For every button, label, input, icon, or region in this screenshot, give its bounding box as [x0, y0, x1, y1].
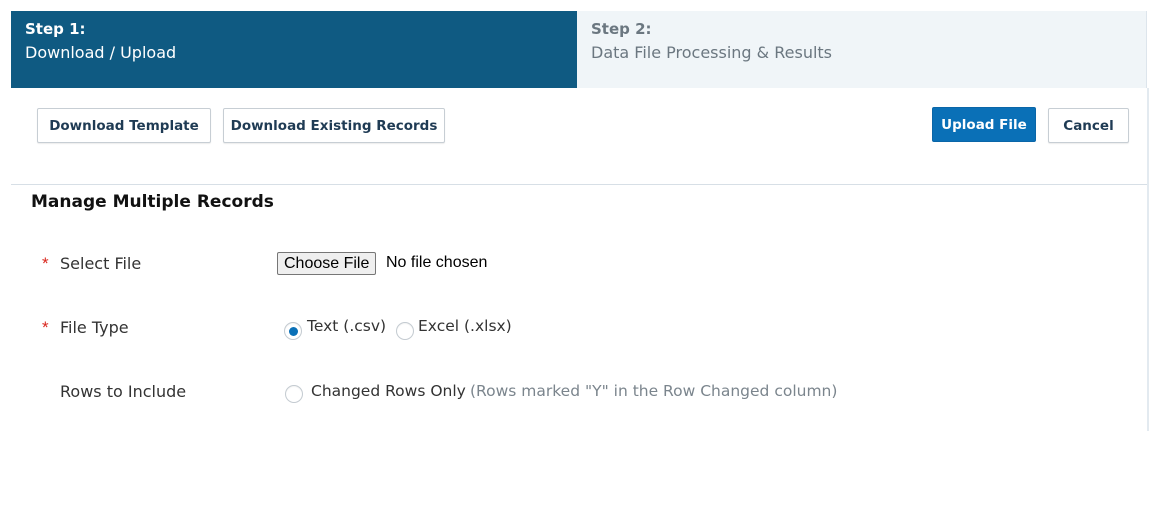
file-type-row: * File Type Text (.csv) Excel (.xlsx): [0, 316, 1140, 346]
select-file-label: Select File: [60, 254, 142, 273]
changed-rows-hint: (Rows marked "Y" in the Row Changed colu…: [470, 382, 838, 400]
section-title: Manage Multiple Records: [31, 192, 274, 212]
download-template-button[interactable]: Download Template: [37, 108, 211, 143]
file-type-label: File Type: [60, 318, 129, 337]
wizard-steps: Step 1: Download / Upload Step 2: Data F…: [11, 11, 1147, 88]
step-2-description: Data File Processing & Results: [591, 43, 833, 62]
download-existing-records-button[interactable]: Download Existing Records: [223, 108, 445, 143]
step-2-tab[interactable]: Step 2: Data File Processing & Results: [577, 11, 1147, 88]
upload-file-button[interactable]: Upload File: [932, 107, 1036, 142]
action-toolbar: Download Template Download Existing Reco…: [11, 88, 1147, 185]
panel-border: [1147, 88, 1149, 431]
rows-to-include-label: Rows to Include: [60, 382, 187, 401]
xlsx-radio-label[interactable]: Excel (.xlsx): [418, 317, 512, 335]
required-marker: *: [42, 318, 49, 337]
choose-file-button[interactable]: Choose File: [277, 252, 377, 275]
select-file-row: * Select File Choose File No file chosen: [0, 252, 1140, 282]
cancel-button[interactable]: Cancel: [1048, 108, 1129, 143]
csv-radio[interactable]: [284, 322, 302, 340]
rows-to-include-row: Rows to Include Changed Rows Only (Rows …: [0, 380, 1140, 410]
step-1-tab[interactable]: Step 1: Download / Upload: [11, 11, 577, 88]
csv-radio-label[interactable]: Text (.csv): [307, 317, 386, 335]
step-1-description: Download / Upload: [25, 43, 177, 62]
step-2-number: Step 2:: [591, 20, 652, 38]
changed-rows-radio[interactable]: [285, 385, 303, 403]
changed-rows-label[interactable]: Changed Rows Only: [311, 382, 466, 400]
file-status-text: No file chosen: [386, 254, 488, 271]
required-marker: *: [42, 254, 49, 273]
xlsx-radio[interactable]: [396, 322, 414, 340]
step-1-number: Step 1:: [25, 20, 86, 38]
